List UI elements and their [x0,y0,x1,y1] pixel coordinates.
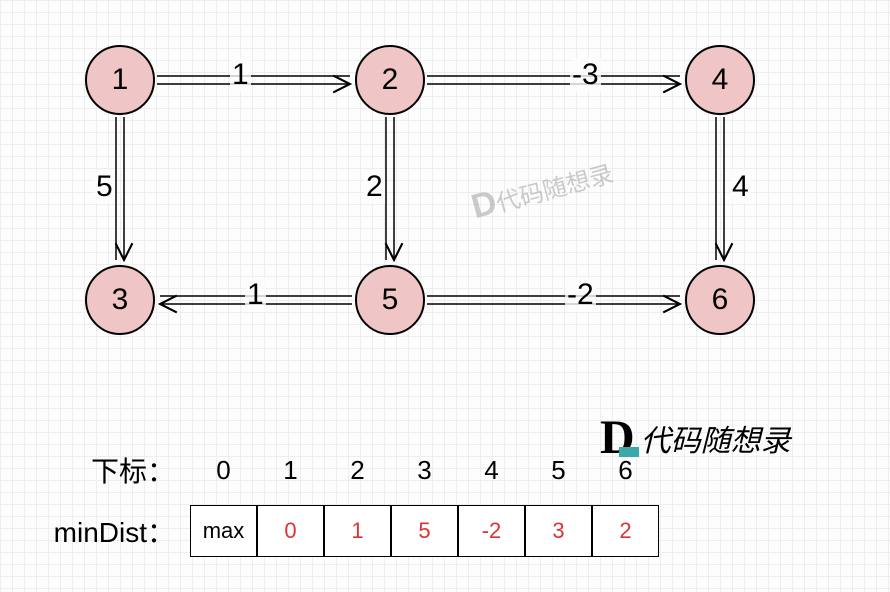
index-cell: 0 [190,455,257,486]
node-label: 3 [112,283,129,317]
edge-weight-1-2: 1 [230,58,251,92]
index-cell: 3 [391,455,458,486]
watermark-text: D代码随想录 [467,152,617,227]
graph-node-4: 4 [685,45,755,115]
node-label: 5 [382,283,399,317]
graph-node-2: 2 [355,45,425,115]
index-cell: 1 [257,455,324,486]
node-label: 2 [382,63,399,97]
mindist-cell: -2 [458,505,525,557]
node-label: 6 [712,283,729,317]
mindist-row: minDist： max 0 1 5 -2 3 2 [35,505,659,557]
mindist-cell: max [190,505,257,557]
index-row: 下标： 0 1 2 3 4 5 6 [35,450,659,490]
mindist-cell: 1 [324,505,391,557]
index-cell: 4 [458,455,525,486]
mindist-cell: 0 [257,505,324,557]
edge-weight-4-6: 4 [730,170,751,204]
index-label: 下标： [35,450,190,490]
graph-node-3: 3 [85,265,155,335]
graph-node-5: 5 [355,265,425,335]
edge-weight-1-3: 5 [94,170,115,204]
index-cell: 6 [592,455,659,486]
index-cell: 5 [525,455,592,486]
mindist-cell: 2 [592,505,659,557]
node-label: 4 [712,63,729,97]
graph-node-1: 1 [85,45,155,115]
graph-node-6: 6 [685,265,755,335]
edge-weight-2-5: 2 [364,170,385,204]
mindist-cell: 3 [525,505,592,557]
edge-weight-5-6: -2 [565,278,596,312]
logo-text: 代码随想录 [641,416,791,460]
mindist-label: minDist： [35,511,190,551]
edge-weight-2-4: -3 [570,58,601,92]
mindist-cell: 5 [391,505,458,557]
edge-weight-5-3: 1 [245,278,266,312]
index-cell: 2 [324,455,391,486]
node-label: 1 [112,63,129,97]
